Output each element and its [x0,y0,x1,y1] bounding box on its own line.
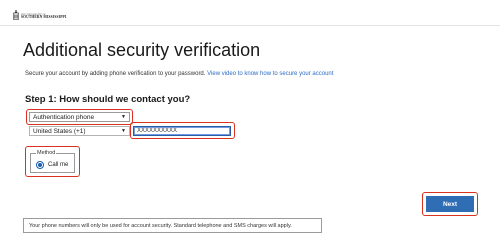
method-fieldset: Method Call me [30,150,75,173]
country-select[interactable]: United States (+1) ▼ [29,126,130,136]
method-legend: Method [36,150,57,156]
contact-method-value: Authentication phone [33,113,95,121]
video-link[interactable]: View video to know how to secure your ac… [207,71,333,77]
contact-method-select[interactable]: Authentication phone ▼ [29,112,130,122]
call-me-label: Call me [48,162,69,168]
step-1-heading: Step 1: How should we contact you? [25,94,191,105]
phone-usage-notice: Your phone numbers will only be used for… [23,218,322,233]
phone-number-input[interactable] [133,125,231,136]
header: THE UNIVERSITY OF SOUTHERN MISSISSIPPI [0,0,500,26]
logo-big-text: SOUTHERN MISSISSIPPI [21,15,67,20]
call-me-radio[interactable] [36,161,44,169]
intro-text: Secure your account by adding phone veri… [25,71,333,77]
radio-selected-dot [38,163,42,167]
chevron-down-icon: ▼ [121,114,126,120]
chevron-down-icon: ▼ [121,128,126,134]
next-button[interactable]: Next [426,196,474,212]
university-logo: THE UNIVERSITY OF SOUTHERN MISSISSIPPI [13,10,66,20]
intro-description: Secure your account by adding phone veri… [25,71,206,77]
building-icon [13,10,19,20]
call-me-option[interactable]: Call me [36,161,68,169]
country-value: United States (+1) [33,127,86,135]
page-title: Additional security verification [23,40,261,60]
